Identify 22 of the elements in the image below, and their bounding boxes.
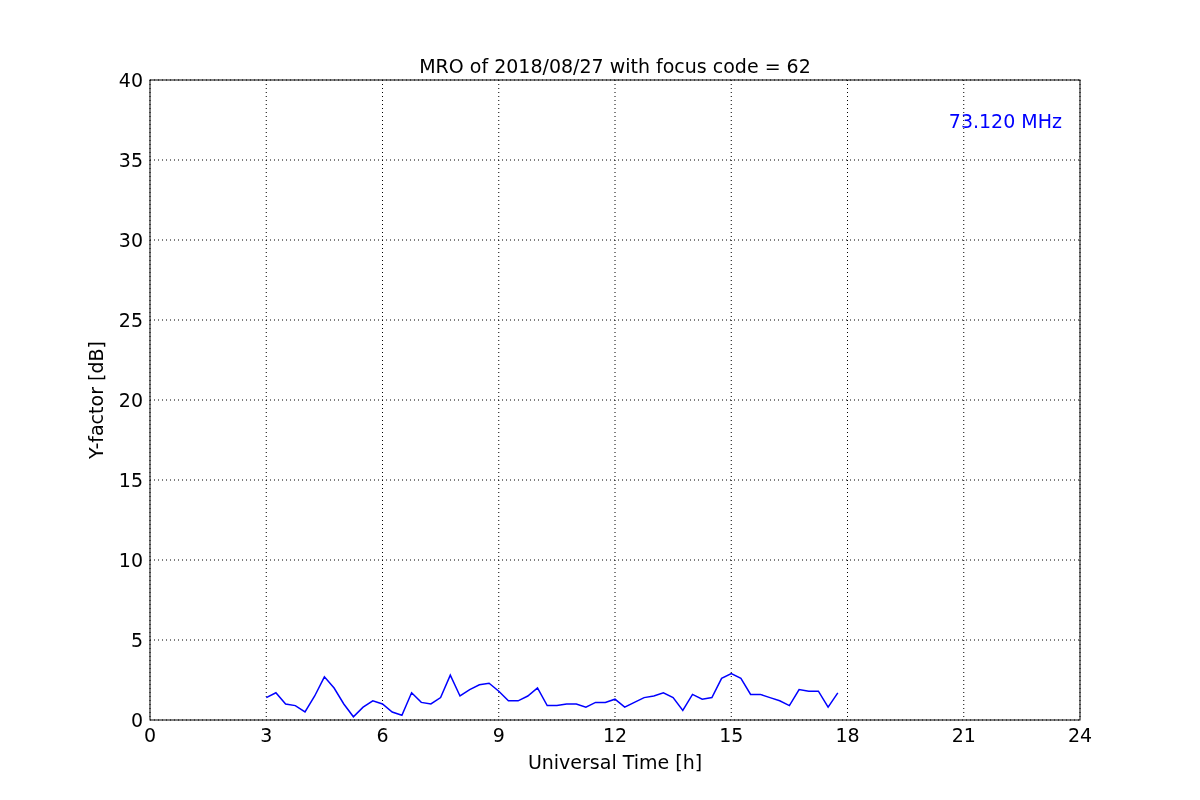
x-axis-label: Universal Time [h] xyxy=(527,751,703,773)
tick-label: 12 xyxy=(602,724,628,746)
tick-label: 0 xyxy=(143,724,157,746)
y-axis-label: Y-factor [dB] xyxy=(85,341,107,459)
chart-title: MRO of 2018/08/27 with focus code = 62 xyxy=(419,55,811,77)
tick-label: 40 xyxy=(118,69,143,91)
tick-label: 15 xyxy=(118,469,143,491)
tick-label: 25 xyxy=(118,309,143,331)
tick-label: 5 xyxy=(130,629,143,651)
tick-label: 15 xyxy=(719,724,744,746)
tick-label: 3 xyxy=(260,724,273,746)
tick-label: 9 xyxy=(492,724,505,746)
tick-label: 21 xyxy=(951,724,976,746)
tick-label: 10 xyxy=(118,549,143,571)
tick-label: 0 xyxy=(130,709,143,731)
tick-label: 24 xyxy=(1067,724,1093,746)
frequency-annotation: 73.120 MHz xyxy=(948,110,1062,132)
tick-label: 30 xyxy=(118,229,143,251)
tick-label: 6 xyxy=(376,724,389,746)
tick-label: 35 xyxy=(118,149,143,171)
tick-label: 18 xyxy=(835,724,860,746)
tick-label: 20 xyxy=(118,389,143,411)
